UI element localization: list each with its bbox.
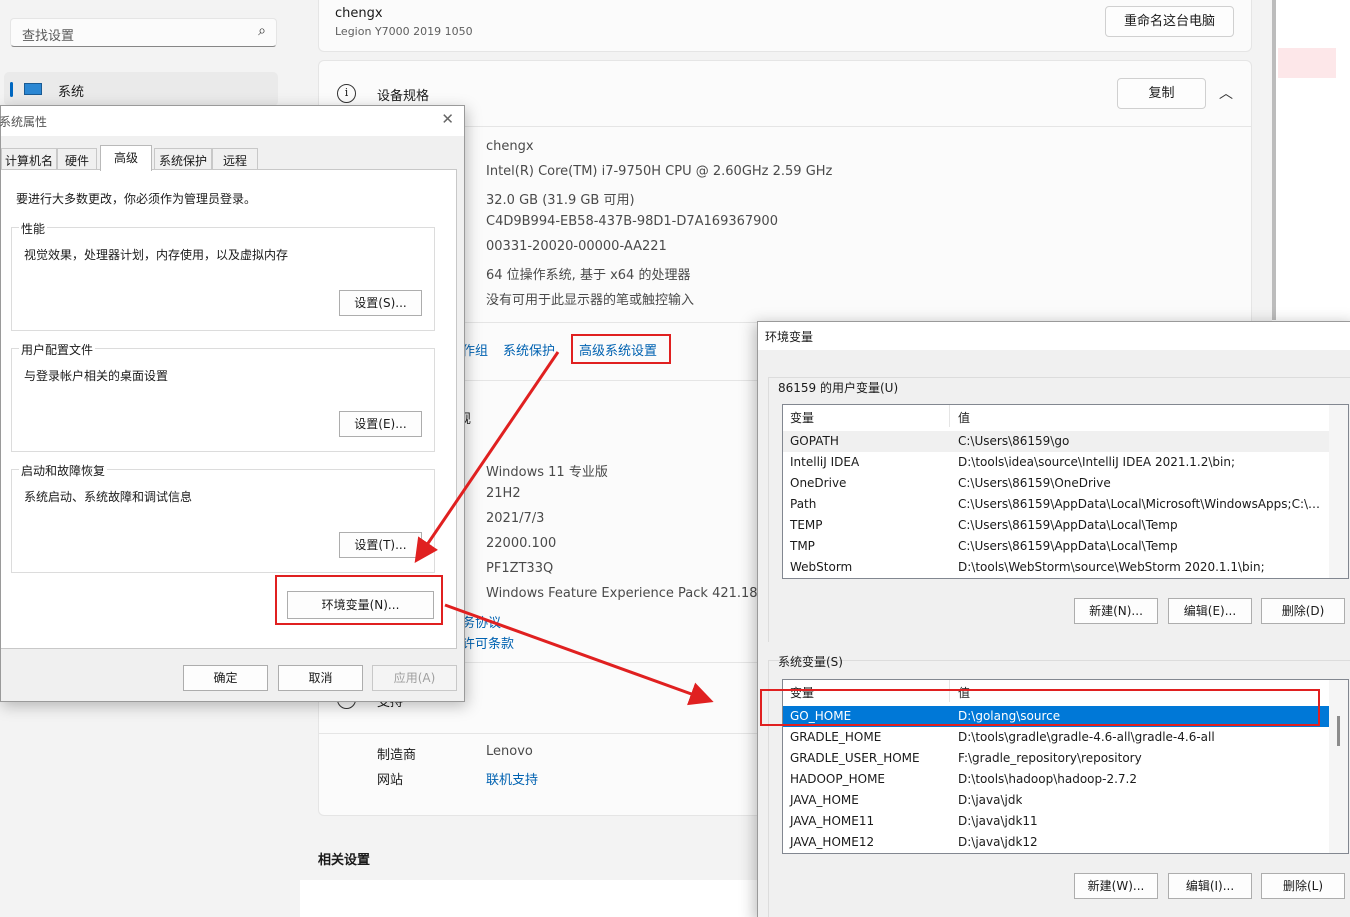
related-settings-heading: 相关设置 xyxy=(318,853,371,868)
dialog-title: 环境变量 xyxy=(765,330,814,344)
performance-settings-button[interactable]: 设置(S)... xyxy=(339,290,422,316)
scrollbar-thumb[interactable] xyxy=(1337,716,1340,746)
system-edit-button[interactable]: 编辑(I)... xyxy=(1168,873,1252,899)
win-installed-on: 2021/7/3 xyxy=(486,511,545,526)
manufacturer-label: 制造商 xyxy=(377,748,417,763)
table-row[interactable]: HADOOP_HOME D:\tools\hadoop\hadoop-2.7.2 xyxy=(783,769,1329,790)
win-version: 21H2 xyxy=(486,486,521,501)
tab-remote[interactable]: 远程 xyxy=(212,148,258,170)
vertical-scrollbar[interactable] xyxy=(1329,680,1348,853)
table-row[interactable]: JAVA_HOME11 D:\java\jdk11 xyxy=(783,811,1329,832)
vertical-scrollbar[interactable] xyxy=(1329,405,1348,578)
user-new-button[interactable]: 新建(N)... xyxy=(1074,598,1158,624)
win-serial: PF1ZT33Q xyxy=(486,561,554,576)
dialog-title: 系统属性 xyxy=(0,115,48,129)
table-row[interactable]: JAVA_HOME12 D:\java\jdk12 xyxy=(783,832,1329,853)
background-highlight xyxy=(1278,48,1336,78)
table-row[interactable]: IntelliJ IDEA D:\tools\idea\source\Intell… xyxy=(783,452,1329,473)
spec-system-type: 64 位操作系统, 基于 x64 的处理器 xyxy=(486,268,691,283)
ok-button[interactable]: 确定 xyxy=(183,665,268,691)
admin-note: 要进行大多数更改，你必须作为管理员登录。 xyxy=(16,192,257,206)
startup-recovery-settings-button[interactable]: 设置(T)... xyxy=(339,532,422,558)
startup-recovery-label: 启动和故障恢复 xyxy=(19,462,108,479)
table-row[interactable]: Path C:\Users\86159\AppData\Local\Microso… xyxy=(783,494,1329,515)
tab-computer-name[interactable]: 计算机名 xyxy=(1,148,57,170)
system-delete-button[interactable]: 删除(L) xyxy=(1261,873,1345,899)
chevron-up-icon[interactable]: ︿ xyxy=(1219,83,1233,103)
annotation-highlight-box xyxy=(760,689,1320,726)
sidebar-item-label: 系统 xyxy=(58,85,85,100)
apply-button[interactable]: 应用(A) xyxy=(372,665,457,691)
manufacturer-value: Lenovo xyxy=(486,744,533,759)
annotation-highlight-box xyxy=(275,575,443,625)
spec-processor: Intel(R) Core(TM) i7-9750H CPU @ 2.60GHz… xyxy=(486,164,833,179)
table-row[interactable]: WebStorm D:\tools\WebStorm\source\WebStor… xyxy=(783,557,1329,578)
environment-variables-dialog: 环境变量 86159 的用户变量(U) 变量 值 GOPATH C:\Users\… xyxy=(757,321,1350,917)
startup-recovery-desc: 系统启动、系统故障和调试信息 xyxy=(24,490,193,504)
system-new-button[interactable]: 新建(W)... xyxy=(1074,873,1158,899)
performance-label: 性能 xyxy=(19,220,48,237)
spec-ram: 32.0 GB (31.9 GB 可用) xyxy=(486,193,635,208)
user-vars-list[interactable]: 变量 值 GOPATH C:\Users\86159\go IntelliJ ID… xyxy=(782,404,1349,579)
user-profiles-settings-button[interactable]: 设置(E)... xyxy=(339,411,422,437)
user-vars-label: 86159 的用户变量(U) xyxy=(778,381,899,395)
win-experience: Windows Feature Experience Pack 421.1890… xyxy=(486,586,783,601)
search-placeholder: 查找设置 xyxy=(22,29,75,44)
user-edit-button[interactable]: 编辑(E)... xyxy=(1168,598,1252,624)
table-row[interactable]: JAVA_HOME D:\java\jdk xyxy=(783,790,1329,811)
pc-name: chengx xyxy=(335,6,383,21)
list-header: 变量 值 xyxy=(783,405,1329,429)
table-row[interactable]: GRADLE_USER_HOME F:\gradle_repository\rep… xyxy=(783,748,1329,769)
win-edition: Windows 11 专业版 xyxy=(486,465,608,480)
spec-product-id: 00331-20020-00000-AA221 xyxy=(486,239,667,254)
user-profiles-desc: 与登录帐户相关的桌面设置 xyxy=(24,369,169,383)
online-support-link[interactable]: 联机支持 xyxy=(486,769,538,788)
services-agreement-link[interactable]: 务协议 xyxy=(462,612,501,631)
user-profiles-label: 用户配置文件 xyxy=(19,341,96,358)
dialog-titlebar: 环境变量 xyxy=(758,322,1350,350)
spec-device-name: chengx xyxy=(486,139,534,154)
win-os-build: 22000.100 xyxy=(486,536,557,551)
system-vars-label: 系统变量(S) xyxy=(778,655,843,669)
monitor-icon xyxy=(24,83,42,95)
spec-pen-touch: 没有可用于此显示器的笔或触控输入 xyxy=(486,293,695,308)
tab-advanced[interactable]: 高级 xyxy=(100,145,152,171)
table-row[interactable]: TMP C:\Users\86159\AppData\Local\Temp xyxy=(783,536,1329,557)
divider xyxy=(319,733,759,734)
settings-search-input[interactable]: 查找设置 ⌕ xyxy=(10,18,277,47)
sidebar-item-system[interactable]: 系统 xyxy=(4,72,278,106)
spec-device-id: C4D9B994-EB58-437B-98D1-D7A169367900 xyxy=(486,214,778,229)
performance-desc: 视觉效果，处理器计划，内存使用，以及虚拟内存 xyxy=(24,248,289,262)
system-protection-link[interactable]: 系统保护 xyxy=(503,340,555,359)
user-delete-button[interactable]: 删除(D) xyxy=(1261,598,1345,624)
domain-workgroup-link[interactable]: 作组 xyxy=(462,340,488,359)
selection-indicator xyxy=(10,82,13,97)
column-header-variable[interactable]: 变量 xyxy=(790,409,814,426)
table-row[interactable]: TEMP C:\Users\86159\AppData\Local\Temp xyxy=(783,515,1329,536)
pc-model: Legion Y7000 2019 1050 xyxy=(335,25,473,38)
license-terms-link[interactable]: 许可条款 xyxy=(462,633,514,652)
close-icon[interactable]: ✕ xyxy=(441,110,454,128)
table-row[interactable]: OneDrive C:\Users\86159\OneDrive xyxy=(783,473,1329,494)
rename-pc-button[interactable]: 重命名这台电脑 xyxy=(1105,6,1234,37)
table-row[interactable]: GOPATH C:\Users\86159\go xyxy=(783,431,1329,452)
website-label: 网站 xyxy=(377,773,404,788)
column-header-value[interactable]: 值 xyxy=(958,409,970,426)
dialog-titlebar: 系统属性 ✕ xyxy=(0,106,464,136)
device-specs-title: 设备规格 xyxy=(377,89,430,104)
search-icon[interactable]: ⌕ xyxy=(258,23,266,39)
copy-button[interactable]: 复制 xyxy=(1117,78,1206,109)
annotation-highlight-box xyxy=(571,334,671,364)
tab-hardware[interactable]: 硬件 xyxy=(57,148,97,170)
table-row[interactable]: GRADLE_HOME D:\tools\gradle\gradle-4.6-al… xyxy=(783,727,1329,748)
tab-system-protection[interactable]: 系统保护 xyxy=(154,148,212,170)
info-icon: i xyxy=(337,84,356,103)
cancel-button[interactable]: 取消 xyxy=(278,665,363,691)
